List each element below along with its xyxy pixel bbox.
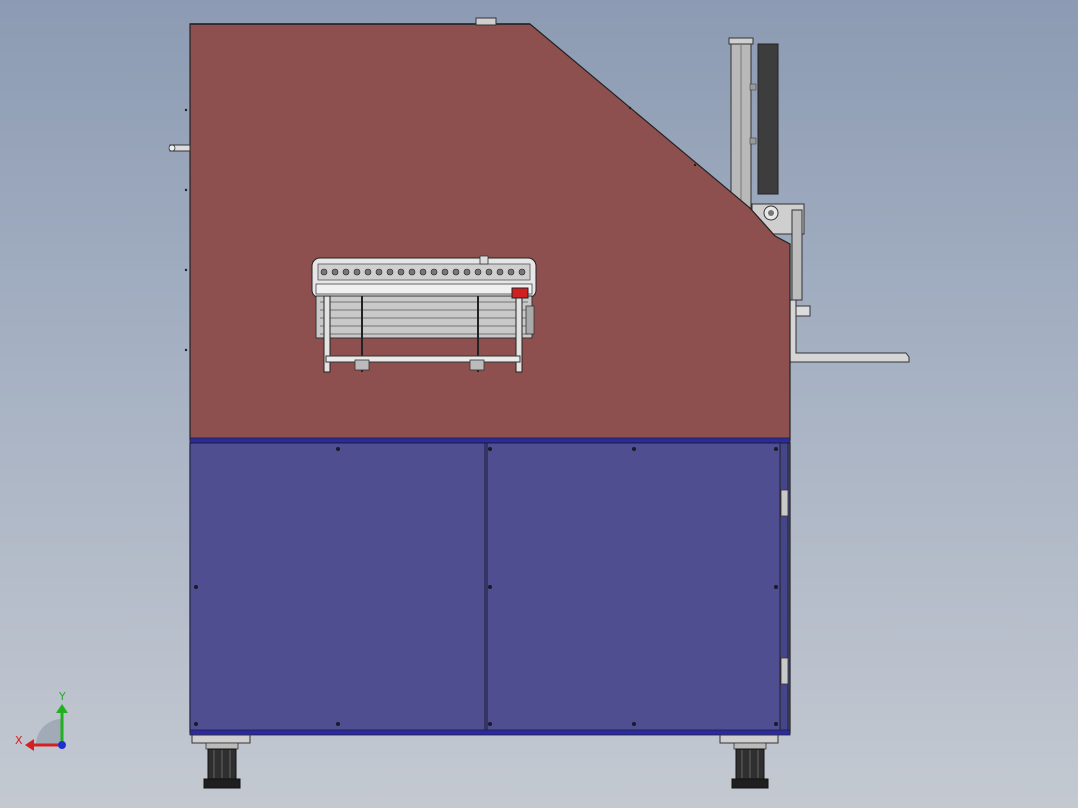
chain-link [430, 268, 438, 276]
machine-side-view: Y X [15, 17, 910, 789]
cabinet-door-right[interactable] [486, 442, 781, 732]
chain-link [375, 268, 383, 276]
lower-cabinet [189, 442, 791, 736]
leveling-foot-left [191, 734, 251, 789]
door-hinge-top [780, 489, 789, 517]
chain-link [496, 268, 504, 276]
chain-link [408, 268, 416, 276]
coordinate-triad-icon [25, 704, 68, 751]
chain-link [320, 268, 328, 276]
chain-link [441, 268, 449, 276]
chain-link [331, 268, 339, 276]
upper-housing [168, 17, 791, 441]
leveling-foot-right [719, 734, 779, 789]
chain-link [353, 268, 361, 276]
chain-link [518, 268, 526, 276]
triad-y-label: Y [58, 690, 66, 703]
chain-link [397, 268, 405, 276]
chain-link [419, 268, 427, 276]
chain-link [342, 268, 350, 276]
chain-link [474, 268, 482, 276]
housing-divider [189, 437, 791, 444]
cabinet-door-left[interactable] [189, 442, 486, 732]
chain-link [463, 268, 471, 276]
chain-link [364, 268, 372, 276]
triad-x-label: X [15, 734, 23, 747]
chain-link [485, 268, 493, 276]
chain-link [507, 268, 515, 276]
door-hinge-bottom [780, 657, 789, 685]
cad-viewport[interactable]: Y X [0, 0, 1078, 808]
chain-link [386, 268, 394, 276]
chain-link [452, 268, 460, 276]
